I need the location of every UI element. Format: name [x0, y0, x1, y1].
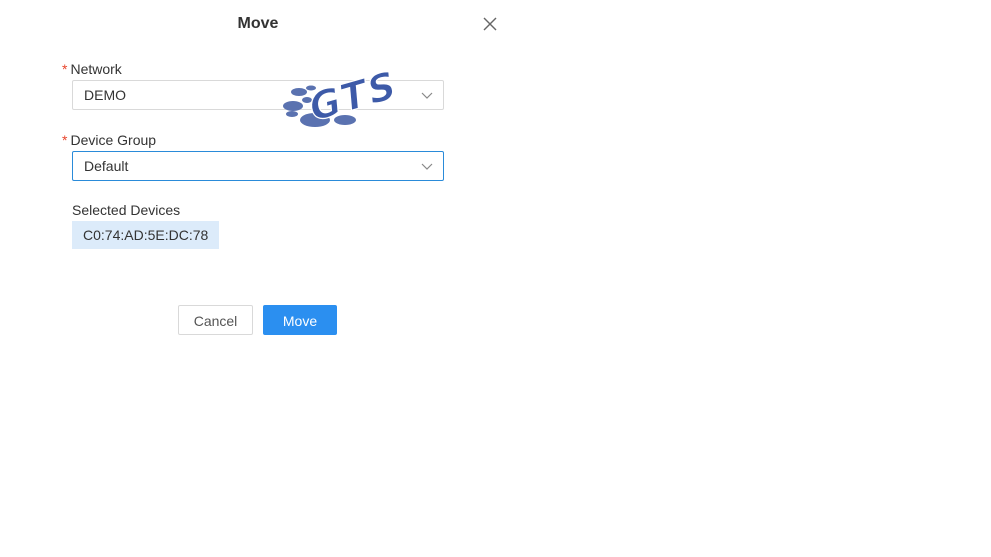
move-button[interactable]: Move — [263, 305, 337, 335]
network-select-value: DEMO — [84, 87, 126, 103]
close-button[interactable] — [481, 15, 499, 33]
chevron-down-icon — [421, 89, 433, 101]
move-dialog: Move * Network DEMO * Device Group Default — [0, 0, 516, 360]
network-label-text: Network — [70, 61, 122, 77]
selected-devices-label: Selected Devices — [72, 202, 181, 218]
device-group-label-text: Device Group — [70, 132, 157, 148]
chevron-down-icon — [421, 160, 433, 172]
device-group-label: * Device Group — [62, 131, 156, 149]
device-group-select[interactable]: Default — [72, 151, 444, 181]
dialog-title: Move — [237, 15, 279, 32]
required-marker: * — [62, 132, 68, 148]
close-icon — [483, 17, 497, 31]
network-label: * Network — [62, 60, 122, 78]
device-group-select-value: Default — [84, 158, 129, 174]
page: Move * Network DEMO * Device Group Default — [0, 0, 991, 557]
network-select[interactable]: DEMO — [72, 80, 444, 110]
required-marker: * — [62, 61, 68, 77]
cancel-button[interactable]: Cancel — [178, 305, 253, 335]
selected-device-tag: C0:74:AD:5E:DC:78 — [72, 221, 220, 249]
